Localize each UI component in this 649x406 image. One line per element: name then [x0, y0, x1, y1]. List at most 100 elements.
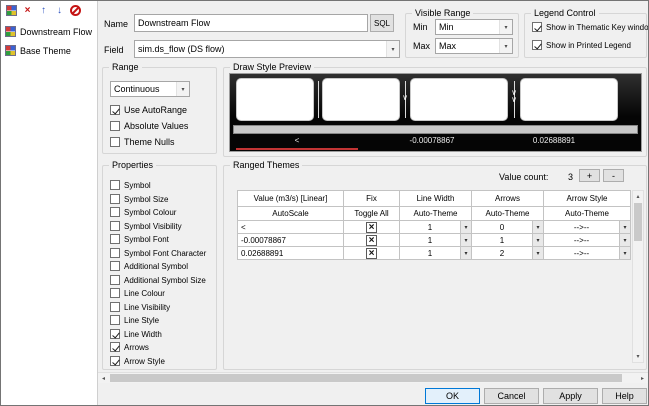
toggle-all-button[interactable]: Toggle All	[344, 207, 400, 221]
name-input[interactable]	[134, 14, 368, 32]
checkbox-box	[110, 356, 120, 366]
checkbox-use-autorange[interactable]: Use AutoRange	[110, 105, 187, 115]
discard-changes-icon[interactable]	[69, 4, 82, 17]
table-vertical-scrollbar[interactable]: ▴ ▾	[632, 190, 644, 363]
group-title: Visible Range	[412, 8, 474, 19]
checkbox-box	[532, 22, 542, 32]
scroll-left-icon[interactable]: ◂	[98, 373, 109, 383]
table-row: < 1▾ 0▾ -->--▾	[238, 221, 631, 234]
chevron-down-icon[interactable]: ▾	[499, 39, 512, 53]
property-checkbox-symbol-colour[interactable]: Symbol Colour	[110, 207, 176, 217]
dropdown-arrow-icon[interactable]: ▾	[460, 234, 471, 246]
checkbox-label: Show in Thematic Key window	[546, 22, 649, 32]
dropdown-arrow-icon[interactable]: ▾	[619, 247, 630, 259]
arrow-style-cell[interactable]: -->-- ▾	[544, 247, 631, 260]
min-select-value: Min	[439, 22, 454, 32]
arrows-cell[interactable]: 0 ▾	[472, 221, 544, 234]
scrollbar-thumb[interactable]	[634, 203, 642, 241]
min-select[interactable]: Min ▾	[435, 19, 513, 35]
property-checkbox-symbol[interactable]: Symbol	[110, 180, 151, 190]
fix-checkbox[interactable]	[366, 234, 377, 246]
preview-node-box	[236, 78, 314, 121]
checkbox-show-in-printed-legend[interactable]: Show in Printed Legend	[532, 40, 631, 50]
checkbox-box	[532, 40, 542, 50]
property-checkbox-symbol-visibility[interactable]: Symbol Visibility	[110, 221, 182, 231]
remove-value-button[interactable]: -	[603, 169, 624, 182]
property-checkbox-line-style[interactable]: Line Style	[110, 315, 159, 325]
new-theme-icon[interactable]	[5, 4, 18, 17]
property-checkbox-line-colour[interactable]: Line Colour	[110, 288, 165, 298]
line-width-cell[interactable]: 1 ▾	[400, 221, 472, 234]
dropdown-arrow-icon[interactable]: ▾	[460, 247, 471, 259]
checkbox-box	[110, 261, 120, 271]
chevron-down-icon[interactable]: ▾	[176, 82, 189, 96]
checkbox-label: Additional Symbol	[124, 261, 189, 271]
arrows-value: 1	[499, 235, 505, 245]
checkbox-absolute-values[interactable]: Absolute Values	[110, 121, 188, 131]
help-button[interactable]: Help	[602, 388, 647, 404]
auto-theme-arrows-button[interactable]: Auto-Theme	[472, 207, 544, 221]
delete-theme-icon[interactable]: ×	[21, 4, 34, 17]
property-checkbox-additional-symbol-size[interactable]: Additional Symbol Size	[110, 275, 206, 285]
column-header-value: Value (m3/s) [Linear]	[238, 191, 344, 207]
max-select[interactable]: Max ▾	[435, 38, 513, 54]
preview-range-label: <	[294, 136, 300, 145]
line-width-cell[interactable]: 1 ▾	[400, 234, 472, 247]
sidebar-item-base-theme[interactable]: Base Theme	[1, 41, 97, 60]
scroll-down-icon[interactable]: ▾	[633, 351, 643, 362]
arrows-cell[interactable]: 2 ▾	[472, 247, 544, 260]
arrow-style-cell[interactable]: -->-- ▾	[544, 234, 631, 247]
checkbox-box	[110, 121, 120, 131]
apply-button[interactable]: Apply	[543, 388, 598, 404]
property-checkbox-arrow-style[interactable]: Arrow Style	[110, 356, 165, 366]
field-label: Field	[104, 45, 124, 55]
arrow-style-cell[interactable]: -->-- ▾	[544, 221, 631, 234]
cancel-button[interactable]: Cancel	[484, 388, 539, 404]
dropdown-arrow-icon[interactable]: ▾	[532, 221, 543, 233]
property-checkbox-symbol-font[interactable]: Symbol Font	[110, 234, 169, 244]
arrows-cell[interactable]: 1 ▾	[472, 234, 544, 247]
dropdown-arrow-icon[interactable]: ▾	[619, 221, 630, 233]
value-cell[interactable]: <	[238, 221, 344, 234]
checkbox-box	[110, 315, 120, 325]
move-down-icon[interactable]: ↓	[53, 4, 66, 17]
property-checkbox-line-width[interactable]: Line Width	[110, 329, 162, 339]
scrollbar-thumb[interactable]	[110, 374, 622, 382]
checkbox-show-in-thematic-key[interactable]: Show in Thematic Key window	[532, 22, 649, 32]
ok-button[interactable]: OK	[425, 388, 480, 404]
property-checkbox-symbol-font-character[interactable]: Symbol Font Character	[110, 248, 206, 258]
property-checkbox-symbol-size[interactable]: Symbol Size	[110, 194, 168, 204]
sql-button[interactable]: SQL	[370, 14, 394, 32]
range-mode-select[interactable]: Continuous ▾	[110, 81, 190, 97]
line-width-cell[interactable]: 1 ▾	[400, 247, 472, 260]
autoscale-button[interactable]: AutoScale	[238, 207, 344, 221]
dropdown-arrow-icon[interactable]: ▾	[460, 221, 471, 233]
property-checkbox-line-visibility[interactable]: Line Visibility	[110, 302, 170, 312]
chevron-down-icon[interactable]: ▾	[499, 20, 512, 34]
add-value-button[interactable]: +	[579, 169, 600, 182]
fix-checkbox[interactable]	[366, 247, 377, 259]
fix-cell[interactable]	[344, 247, 400, 260]
property-checkbox-additional-symbol[interactable]: Additional Symbol	[110, 261, 188, 271]
dropdown-arrow-icon[interactable]: ▾	[532, 234, 543, 246]
fix-checkbox[interactable]	[366, 221, 377, 233]
value-cell[interactable]: -0.00078867	[238, 234, 344, 247]
scroll-right-icon[interactable]: ▸	[637, 373, 648, 383]
group-title: Properties	[109, 160, 157, 171]
auto-theme-arrow-style-button[interactable]: Auto-Theme	[544, 207, 631, 221]
arrow-style-value: -->--	[573, 248, 590, 258]
dropdown-arrow-icon[interactable]: ▾	[619, 234, 630, 246]
auto-theme-line-width-button[interactable]: Auto-Theme	[400, 207, 472, 221]
horizontal-scrollbar[interactable]: ◂ ▸	[98, 372, 648, 383]
sidebar-item-downstream-flow[interactable]: Downstream Flow	[1, 22, 97, 41]
checkbox-theme-nulls[interactable]: Theme Nulls	[110, 137, 175, 147]
fix-cell[interactable]	[344, 221, 400, 234]
scroll-up-icon[interactable]: ▴	[633, 191, 643, 202]
chevron-down-icon[interactable]: ▾	[386, 41, 399, 57]
move-up-icon[interactable]: ↑	[37, 4, 50, 17]
field-select[interactable]: sim.ds_flow (DS flow) ▾	[134, 40, 400, 58]
value-cell[interactable]: 0.02688891	[238, 247, 344, 260]
property-checkbox-arrows[interactable]: Arrows	[110, 342, 149, 352]
fix-cell[interactable]	[344, 234, 400, 247]
dropdown-arrow-icon[interactable]: ▾	[532, 247, 543, 259]
